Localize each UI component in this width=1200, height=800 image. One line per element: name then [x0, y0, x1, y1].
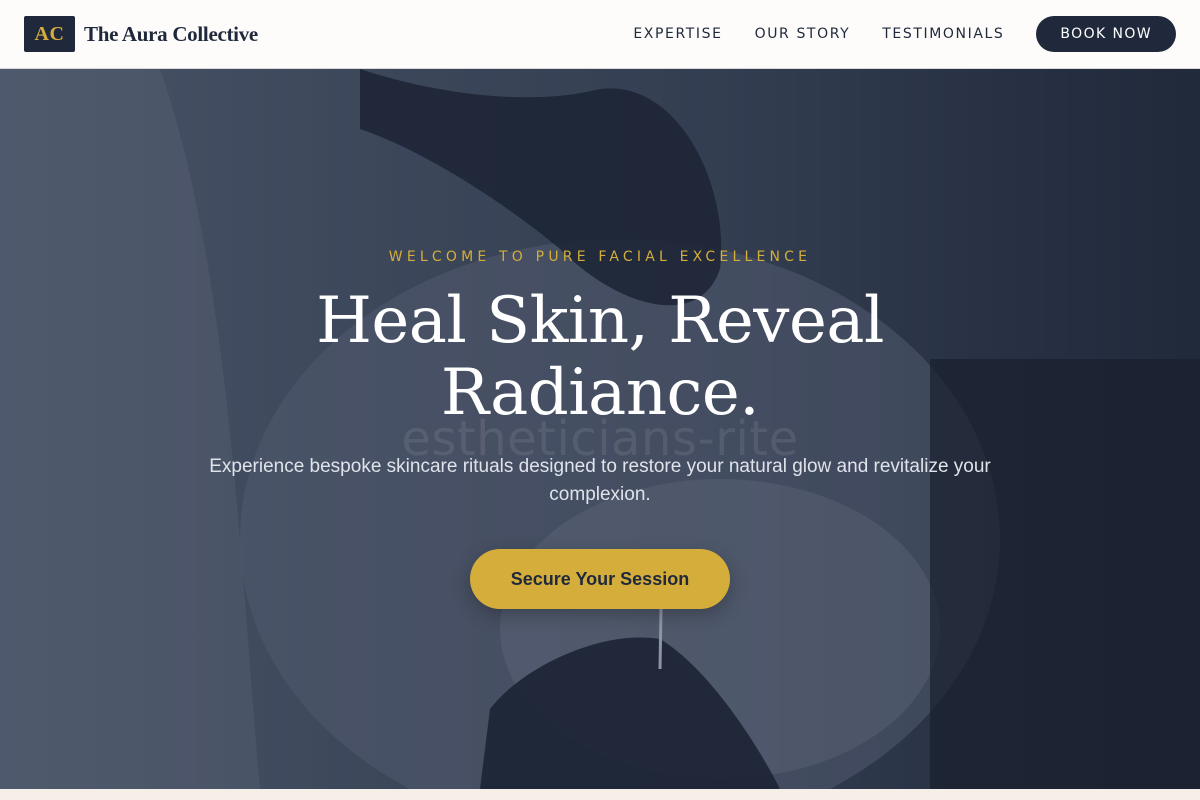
brand[interactable]: AC The Aura Collective — [24, 16, 258, 52]
nav-link-testimonials[interactable]: TESTIMONIALS — [882, 26, 1004, 42]
nav-link-our-story[interactable]: OUR STORY — [755, 26, 851, 42]
hero-eyebrow: WELCOME TO PURE FACIAL EXCELLENCE — [388, 249, 812, 265]
book-now-button[interactable]: BOOK NOW — [1036, 16, 1176, 52]
logo-mark: AC — [24, 16, 75, 52]
brand-name: The Aura Collective — [84, 21, 258, 46]
hero-subtext: Experience bespoke skincare rituals desi… — [209, 456, 991, 505]
main-nav: EXPERTISE OUR STORY TESTIMONIALS BOOK NO… — [633, 16, 1176, 52]
hero-headline: Heal Skin, Reveal Radiance. — [316, 284, 884, 430]
hero-section: WELCOME TO PURE FACIAL EXCELLENCE Heal S… — [0, 69, 1200, 789]
site-header: AC The Aura Collective EXPERTISE OUR STO… — [0, 0, 1200, 69]
hero-content: WELCOME TO PURE FACIAL EXCELLENCE Heal S… — [0, 69, 1200, 789]
secure-session-button[interactable]: Secure Your Session — [470, 549, 730, 609]
nav-link-expertise[interactable]: EXPERTISE — [633, 26, 722, 42]
page-bottom-strip — [0, 789, 1200, 800]
